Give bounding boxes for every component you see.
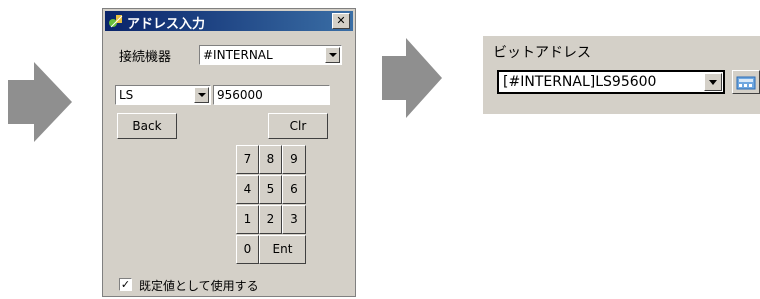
- arrow-right-icon: [8, 62, 72, 142]
- dropdown-arrow-icon[interactable]: [325, 47, 340, 63]
- key-0[interactable]: 0: [236, 235, 259, 264]
- keypad-button[interactable]: [732, 70, 760, 94]
- bit-address-panel: ビットアドレス [#INTERNAL]LS95600: [483, 36, 760, 114]
- enter-button[interactable]: Ent: [259, 235, 306, 264]
- device-value: #INTERNAL: [203, 48, 273, 62]
- use-default-checkbox[interactable]: ✓: [119, 278, 132, 291]
- key-9[interactable]: 9: [282, 145, 306, 174]
- address-input-dialog: アドレス入力 ✕ 接続機器 #INTERNAL LS 956000 Back C…: [102, 8, 356, 297]
- address-value: 956000: [217, 88, 263, 102]
- key-6[interactable]: 6: [282, 175, 306, 204]
- key-1[interactable]: 1: [236, 205, 259, 234]
- bit-address-value: [#INTERNAL]LS95600: [503, 74, 657, 90]
- dialog-titlebar: アドレス入力 ✕: [105, 11, 353, 32]
- arrow-right-icon: [382, 38, 442, 118]
- keypad-icon: [736, 76, 756, 90]
- device-type-value: LS: [119, 88, 134, 102]
- device-select[interactable]: #INTERNAL: [199, 45, 342, 65]
- dropdown-arrow-icon[interactable]: [704, 73, 722, 91]
- dialog-app-icon: [109, 15, 123, 28]
- key-4[interactable]: 4: [236, 175, 259, 204]
- bit-address-label: ビットアドレス: [493, 45, 591, 61]
- key-8[interactable]: 8: [259, 145, 282, 174]
- key-5[interactable]: 5: [259, 175, 282, 204]
- dropdown-arrow-icon[interactable]: [194, 87, 209, 103]
- clear-button[interactable]: Clr: [268, 113, 328, 139]
- key-3[interactable]: 3: [282, 205, 306, 234]
- bit-address-select[interactable]: [#INTERNAL]LS95600: [497, 70, 725, 94]
- close-icon[interactable]: ✕: [332, 13, 350, 29]
- key-7[interactable]: 7: [236, 145, 259, 174]
- back-button[interactable]: Back: [117, 113, 177, 139]
- device-type-select[interactable]: LS: [115, 85, 211, 105]
- dialog-title: アドレス入力: [127, 17, 206, 32]
- address-input[interactable]: 956000: [213, 85, 330, 105]
- use-default-label: 既定値として使用する: [139, 279, 259, 293]
- key-2[interactable]: 2: [259, 205, 282, 234]
- device-label: 接続機器: [119, 50, 172, 65]
